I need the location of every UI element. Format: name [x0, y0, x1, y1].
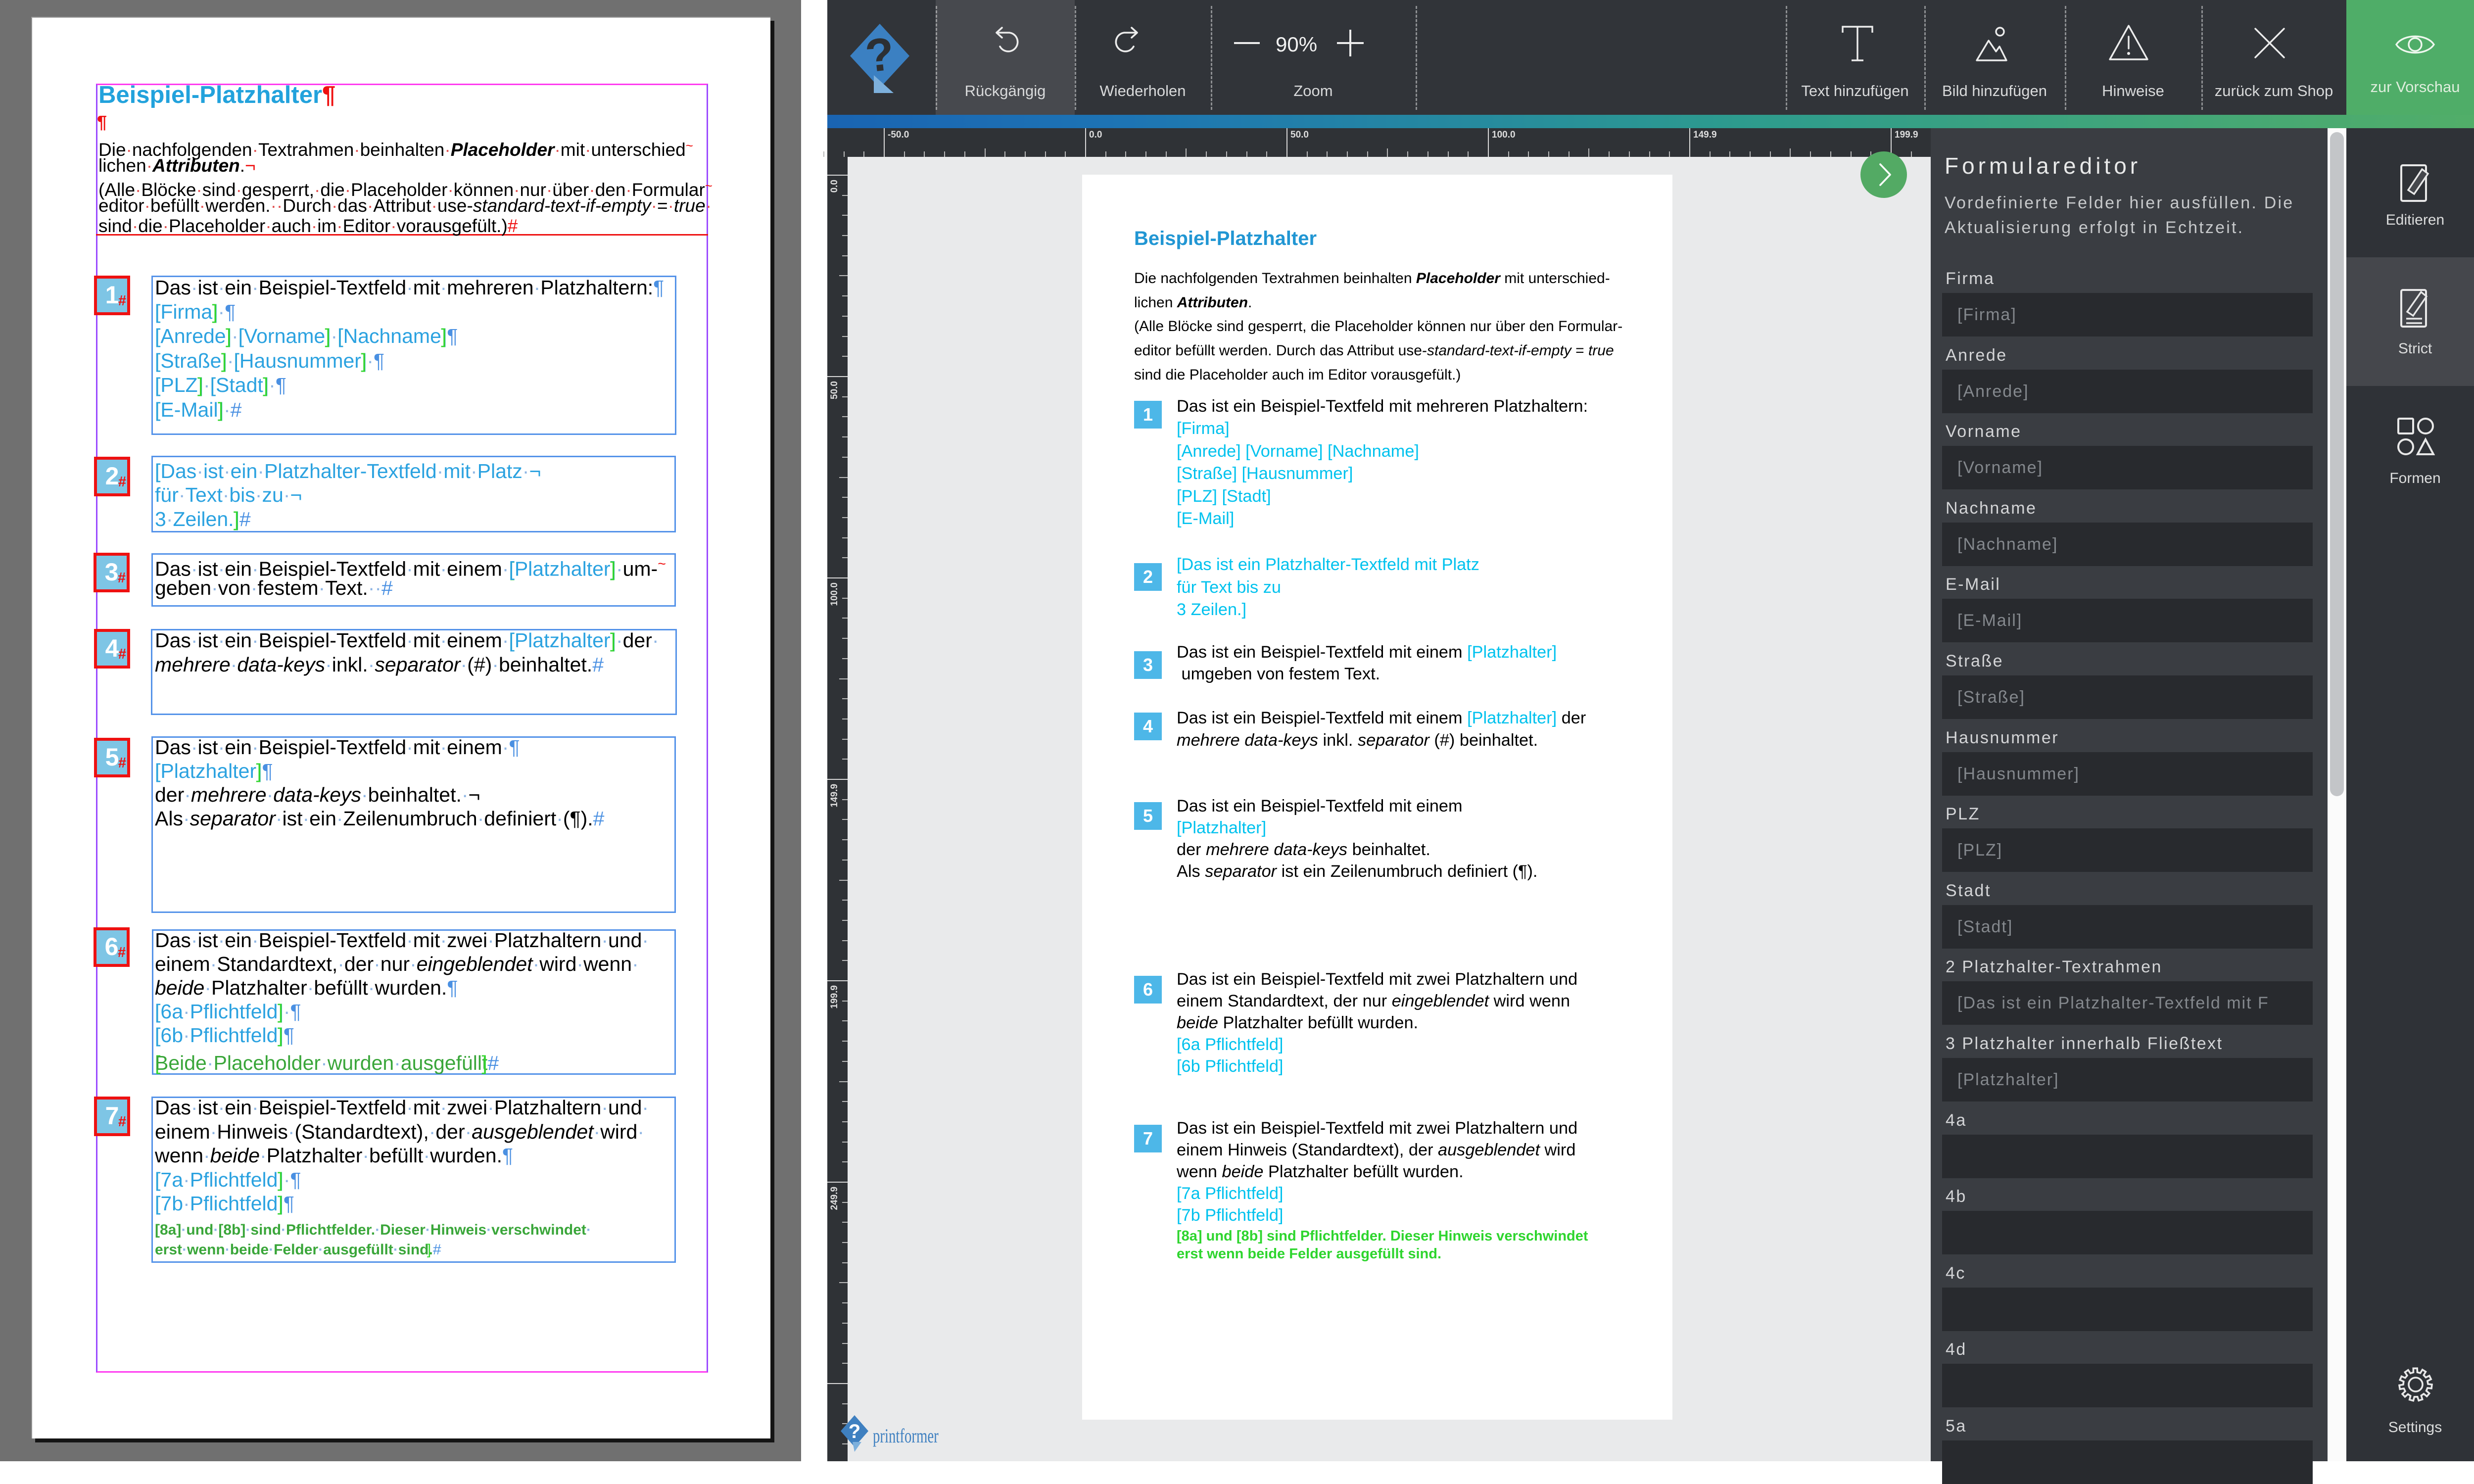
- svg-text:?: ?: [863, 27, 897, 82]
- svg-text:?: ?: [849, 1421, 860, 1442]
